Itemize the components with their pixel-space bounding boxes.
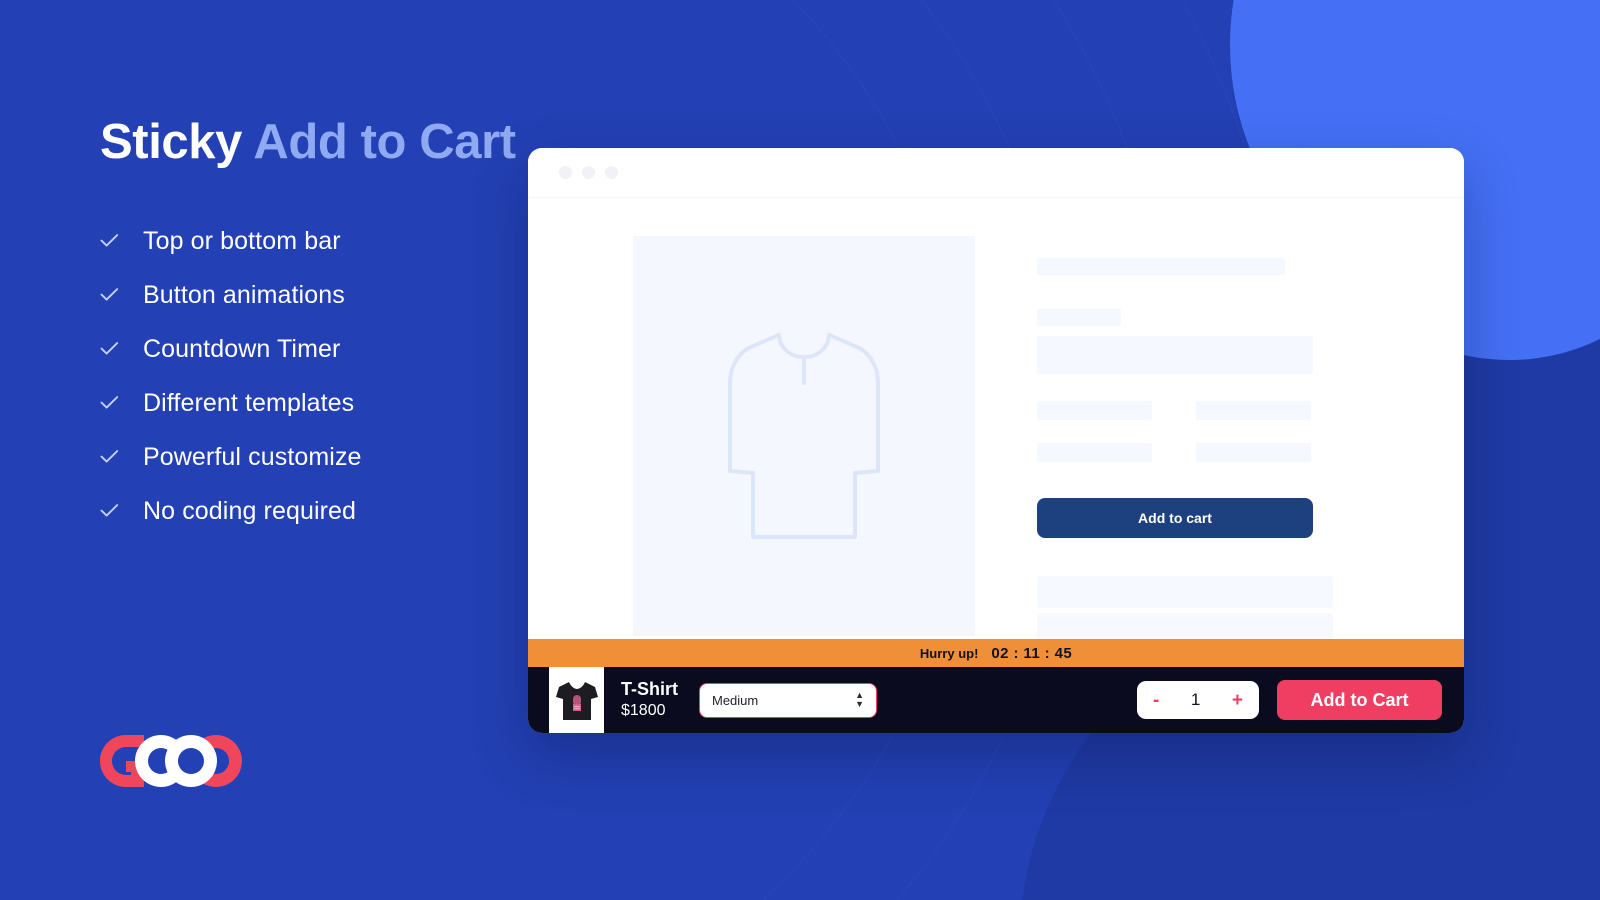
list-item: Countdown Timer [100,323,520,377]
window-minimize-icon[interactable] [582,166,595,179]
timer-label: Hurry up! [919,645,979,661]
placeholder-option [1196,443,1311,462]
placeholder-options-row [1037,430,1337,462]
product-summary: T-Shirt $1800 [621,678,678,722]
title-primary: Sticky [100,115,242,169]
placeholder-options-row [1037,401,1337,420]
promo-banner: Sticky Add to Cart Top or bottom bar But… [0,0,1600,900]
tshirt-photo-icon [550,670,603,730]
hero-content: Sticky Add to Cart Top or bottom bar But… [100,108,520,539]
check-icon [100,232,126,252]
feature-label: Powerful customize [143,443,362,472]
quantity-value[interactable]: 1 [1191,690,1200,710]
browser-titlebar [528,148,1464,198]
product-price: $1800 [621,702,666,720]
check-icon [100,286,126,306]
quantity-stepper[interactable]: - 1 + [1137,681,1259,719]
countdown-timer-bar: Hurry up! 02 : 11 : 45 [528,639,1464,667]
placeholder-option [1037,443,1152,462]
tshirt-outline-icon [728,333,880,539]
list-item: No coding required [100,485,520,539]
list-item: Top or bottom bar [100,215,520,269]
placeholder-description [1037,336,1313,374]
product-thumbnail[interactable] [549,667,604,733]
quantity-increment-button[interactable]: + [1232,691,1243,710]
check-icon [100,502,126,522]
placeholder-title [1037,258,1285,275]
quantity-decrement-button[interactable]: - [1153,691,1159,710]
placeholder-option [1196,401,1311,420]
list-item: Powerful customize [100,431,520,485]
feature-list: Top or bottom bar Button animations Coun… [100,215,520,539]
brand-logo [99,734,261,788]
feature-label: No coding required [143,497,357,526]
feature-label: Top or bottom bar [143,227,341,256]
chevron-updown-icon: ▲ ▼ [855,689,864,709]
placeholder-option [1037,401,1152,420]
check-icon [100,394,126,414]
timer-value: 02 : 11 : 45 [991,644,1073,662]
feature-label: Button animations [143,281,345,310]
page-title: Sticky Add to Cart [100,108,520,178]
feature-label: Different templates [143,389,355,418]
placeholder-subtitle [1037,309,1121,326]
product-image [633,236,975,636]
window-close-icon[interactable] [559,166,572,179]
sticky-add-to-cart-button[interactable]: Add to Cart [1277,680,1442,720]
title-accent: Add to Cart [253,115,516,169]
check-icon [100,448,126,468]
window-maximize-icon[interactable] [605,166,618,179]
check-icon [100,340,126,360]
sticky-add-to-cart-bar: Hurry up! 02 : 11 : 45 T-Shirt $1800 Med… [528,639,1464,733]
variant-select[interactable]: Medium ▲ ▼ [699,682,877,718]
placeholder-footer [1037,576,1337,645]
placeholder-line [1037,576,1333,608]
product-name: T-Shirt [621,678,678,699]
variant-selected-value: Medium [712,692,759,708]
add-to-cart-button[interactable]: Add to cart [1037,498,1313,538]
feature-label: Countdown Timer [143,335,341,364]
cart-bar: T-Shirt $1800 Medium ▲ ▼ - 1 + Add to Car… [528,667,1464,733]
browser-mockup: Add to cart Hurry up! 02 : 11 : 45 T-Shi… [528,148,1464,733]
list-item: Button animations [100,269,520,323]
list-item: Different templates [100,377,520,431]
